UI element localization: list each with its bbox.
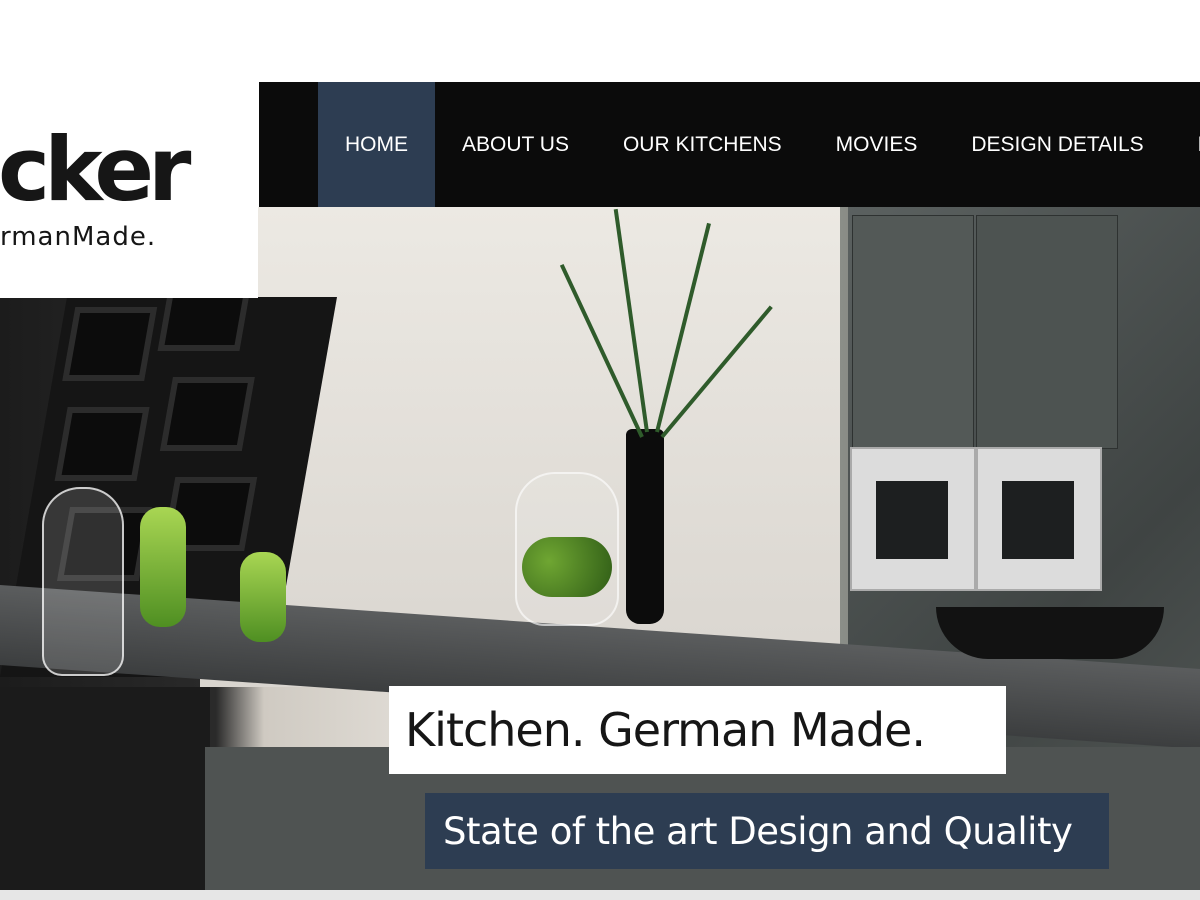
lime-bowl <box>522 537 612 597</box>
parrot-figurine <box>240 552 286 642</box>
nav-item-truncated[interactable]: HO <box>1171 82 1200 207</box>
hero-kitchen-image <box>0 207 1200 890</box>
logo-wordmark: cker <box>0 118 191 221</box>
tall-cabinet <box>852 215 974 449</box>
black-vase <box>626 429 664 624</box>
hero-subline: State of the art Design and Quality <box>443 809 1073 853</box>
nav-item-our-kitchens[interactable]: OUR KITCHENS <box>596 82 809 207</box>
glass-dome <box>42 487 124 676</box>
page-bottom-edge <box>0 890 1200 900</box>
site-logo[interactable]: cker rmanMade. <box>0 82 258 298</box>
tall-cabinet <box>976 215 1118 449</box>
hero-headline-box: Kitchen. German Made. <box>389 686 1006 774</box>
parrot-figurine <box>140 507 186 627</box>
logo-tagline: rmanMade. <box>0 222 157 252</box>
main-navigation: HOME ABOUT US OUR KITCHENS MOVIES DESIGN… <box>259 82 1200 207</box>
oven <box>976 447 1102 591</box>
nav-item-design-details[interactable]: DESIGN DETAILS <box>944 82 1170 207</box>
hero-headline: Kitchen. German Made. <box>405 703 926 757</box>
hero-subline-box: State of the art Design and Quality <box>425 793 1109 869</box>
nav-item-movies[interactable]: MOVIES <box>809 82 945 207</box>
dark-base-unit <box>0 687 210 890</box>
oven <box>850 447 976 591</box>
black-bowl <box>936 607 1164 659</box>
nav-item-home[interactable]: HOME <box>318 82 435 207</box>
nav-item-about-us[interactable]: ABOUT US <box>435 82 596 207</box>
